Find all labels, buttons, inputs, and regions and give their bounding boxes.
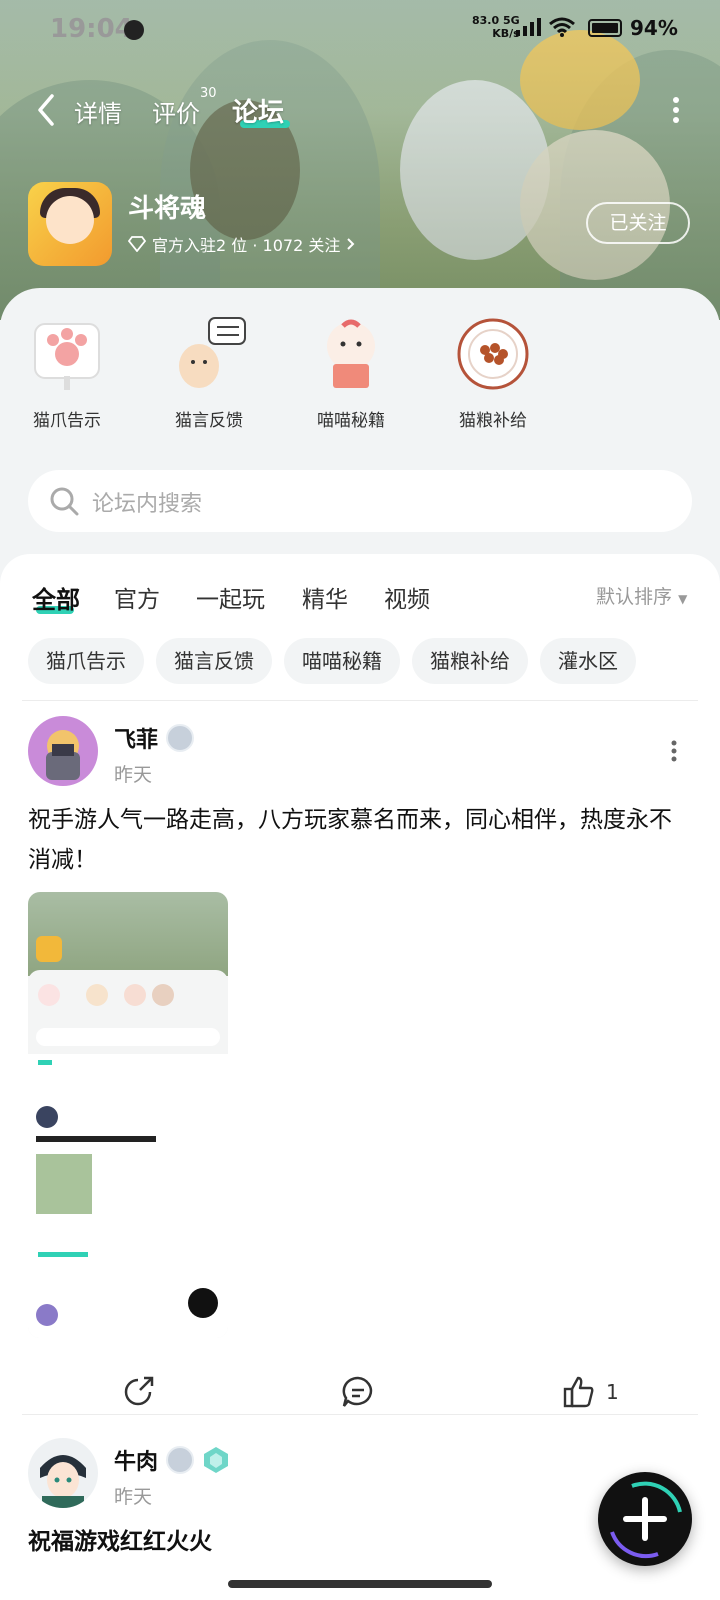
- cat-book-icon: [311, 314, 391, 394]
- feed-tab-featured[interactable]: 精华: [302, 580, 348, 614]
- avatar[interactable]: [28, 716, 98, 786]
- post-text: 祝手游人气一路走高，八方玩家慕名而来，同心相伴，热度永不消减！: [28, 807, 672, 873]
- game-meta[interactable]: 官方入驻2 位 · 1072 关注: [128, 232, 356, 256]
- post-time: 昨天: [114, 1486, 153, 1508]
- more-icon[interactable]: [672, 96, 680, 124]
- signal-icon: [516, 18, 541, 36]
- like-count: 1: [606, 1380, 619, 1404]
- like-button[interactable]: 1: [562, 1370, 619, 1414]
- post-image[interactable]: [28, 892, 228, 1338]
- follow-button[interactable]: 已关注: [586, 202, 690, 244]
- post-more-icon[interactable]: [670, 740, 678, 762]
- category-feedback[interactable]: 猫言反馈: [154, 314, 264, 431]
- status-bar: 19:04 83.0 5G KB/s 94%: [0, 0, 720, 60]
- post-actions: 1: [0, 1370, 720, 1420]
- post-text: 祝福游戏红红火火: [28, 1529, 212, 1555]
- paw-sign-icon: [27, 314, 107, 394]
- category-grid: 猫爪告示 猫言反馈 喵喵秘籍 猫粮补给: [0, 314, 720, 434]
- cat-food-bowl-icon: [453, 314, 533, 394]
- category-chips: 猫爪告示 猫言反馈 喵喵秘籍 猫粮补给 灌水区: [28, 638, 636, 684]
- tab-forum[interactable]: 论坛: [232, 92, 284, 129]
- post-author[interactable]: 牛肉: [114, 1444, 158, 1476]
- feed-tab-official[interactable]: 官方: [114, 580, 160, 614]
- post-time: 昨天: [114, 764, 153, 786]
- forum-sheet: 猫爪告示 猫言反馈 喵喵秘籍 猫粮补给 论坛内搜索 全部 官方 一起玩 精华 视…: [0, 288, 720, 1600]
- divider: [22, 1414, 698, 1415]
- search-icon: [50, 487, 79, 516]
- game-name: 斗将魂: [128, 194, 207, 224]
- feed-tab-all[interactable]: 全部: [32, 580, 80, 615]
- hexagon-badge-icon: [204, 1447, 228, 1473]
- net-speed: 83.0 5G KB/s: [472, 14, 520, 40]
- game-icon[interactable]: [28, 182, 112, 266]
- top-nav: 详情 评价 30 论坛: [0, 86, 720, 132]
- plus-icon: [610, 1481, 682, 1559]
- sort-dropdown[interactable]: 默认排序 ▼: [596, 582, 687, 609]
- post-author[interactable]: 飞菲: [114, 722, 158, 754]
- user-level-badge-icon: [166, 724, 194, 752]
- divider: [22, 700, 698, 701]
- game-info: 斗将魂 官方入驻2 位 · 1072 关注 已关注: [0, 182, 720, 268]
- chip-paw-notice[interactable]: 猫爪告示: [28, 638, 144, 684]
- diamond-icon: [128, 236, 146, 252]
- thumbs-up-icon: [563, 1376, 594, 1408]
- search-input[interactable]: 论坛内搜索: [92, 486, 202, 518]
- feed: 全部 官方 一起玩 精华 视频 默认排序 ▼ 猫爪告示 猫言反馈 喵喵秘籍 猫粮…: [0, 554, 720, 1600]
- reviews-count: 30: [200, 86, 217, 101]
- feed-tab-play-together[interactable]: 一起玩: [196, 580, 265, 614]
- battery-icon: [588, 19, 622, 37]
- chip-secrets[interactable]: 喵喵秘籍: [284, 638, 400, 684]
- chip-feedback[interactable]: 猫言反馈: [156, 638, 272, 684]
- back-icon[interactable]: [32, 92, 62, 128]
- user-level-badge-icon: [166, 1446, 194, 1474]
- category-secrets[interactable]: 喵喵秘籍: [296, 314, 406, 431]
- chevron-right-icon: [347, 238, 355, 250]
- tab-details[interactable]: 详情: [74, 94, 122, 129]
- forum-search[interactable]: 论坛内搜索: [28, 470, 692, 532]
- feed-tabs: 全部 官方 一起玩 精华 视频 默认排序 ▼: [0, 572, 720, 622]
- category-food[interactable]: 猫粮补给: [438, 314, 548, 431]
- share-button[interactable]: [120, 1370, 156, 1414]
- wifi-icon: [549, 17, 575, 37]
- clock-icon: [124, 20, 144, 40]
- chip-food[interactable]: 猫粮补给: [412, 638, 528, 684]
- tab-reviews[interactable]: 评价: [152, 94, 200, 129]
- caret-down-icon: ▼: [678, 592, 688, 606]
- battery-percent: 94%: [630, 16, 678, 40]
- status-time: 19:04: [50, 14, 133, 44]
- feed-tab-video[interactable]: 视频: [384, 580, 430, 614]
- avatar[interactable]: [28, 1438, 98, 1508]
- create-post-button[interactable]: [598, 1472, 692, 1566]
- home-indicator: [228, 1580, 492, 1588]
- comment-button[interactable]: [340, 1370, 376, 1414]
- share-icon: [124, 1376, 154, 1406]
- chip-chat[interactable]: 灌水区: [540, 638, 636, 684]
- cat-feedback-icon: [169, 314, 249, 394]
- comment-icon: [342, 1376, 373, 1407]
- category-paw-notice[interactable]: 猫爪告示: [12, 314, 122, 431]
